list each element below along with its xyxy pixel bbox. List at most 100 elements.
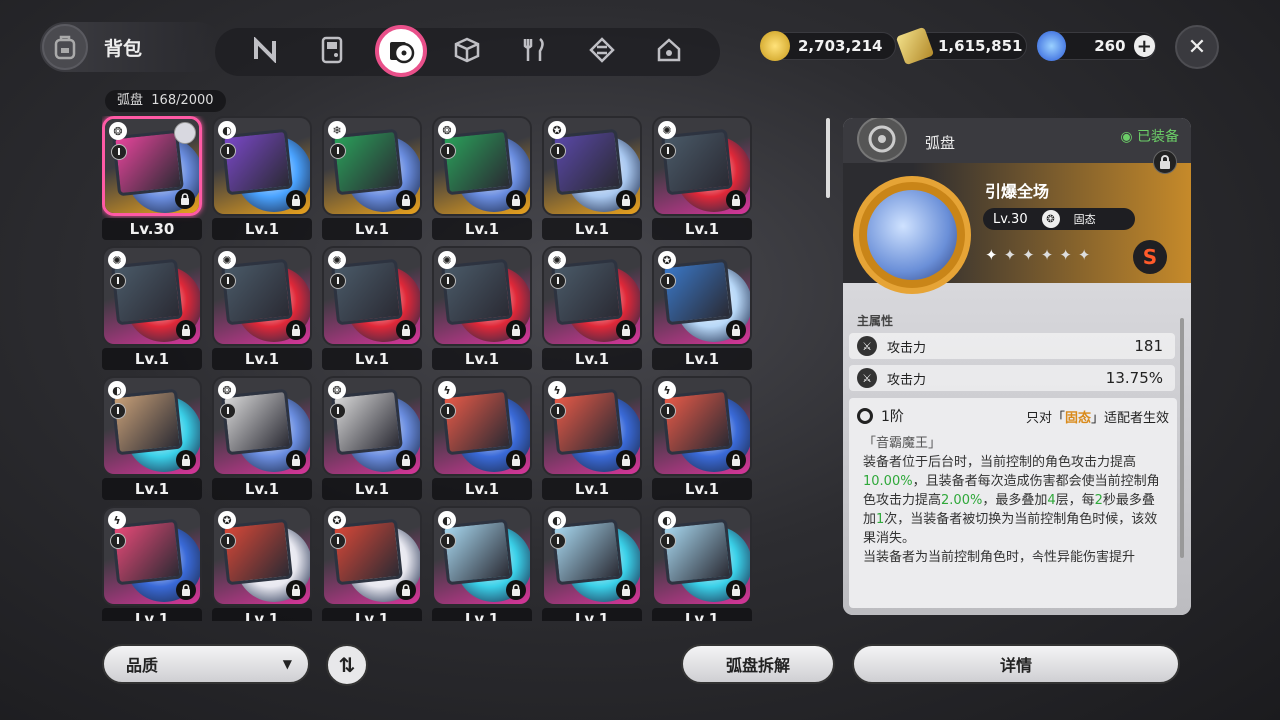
lock-icon [616,450,636,470]
attribute-icon: ❂ [218,381,236,399]
disc-level: Lv.1 [212,608,312,621]
quality-filter-select[interactable]: 品质 ▼ [102,644,310,684]
stat-name: 攻击力 [887,340,927,356]
disc-card[interactable]: ✪ I Lv.1 [542,116,642,242]
disc-card[interactable]: ❂ I Lv.1 [212,376,312,502]
currency-film-value: 260 [1094,37,1126,55]
disc-card[interactable]: ❂ I Lv.1 [322,376,422,502]
currency-coins: 2,703,214 [760,31,896,61]
tab-disc-icon[interactable] [375,25,427,77]
sort-icon: ⇅ [338,653,356,677]
tier-badge: I [550,143,566,159]
inventory-count-value: 168/2000 [151,93,214,108]
solid-attribute-icon: ❂ [1041,210,1060,228]
disc-card[interactable]: ❄ I Lv.1 [322,116,422,242]
tier-badge: I [660,273,676,289]
lock-icon [616,580,636,600]
tier-badge: I [440,403,456,419]
disc-card[interactable]: ϟ I Lv.1 [102,506,202,621]
attribute-icon: ✺ [658,121,676,139]
close-icon: ✕ [1187,34,1207,60]
disc-card[interactable]: ❂ I Lv.1 [432,116,532,242]
stat-value: 13.75% [1105,369,1163,387]
filter-label: 品质 [126,656,159,675]
tier-badge: I [330,143,346,159]
tab-food-icon[interactable] [515,30,555,70]
tier-badge: I [110,533,126,549]
star-icon: ✦ [1077,246,1091,264]
tab-home-icon[interactable] [649,30,689,70]
tab-n-icon[interactable] [245,30,285,70]
star-icon: ✦ [1040,246,1054,264]
currency-coins-value: 2,703,214 [798,37,883,55]
attribute-icon: ✪ [658,251,676,269]
attribute-icon: ✺ [548,251,566,269]
disc-level: Lv.1 [102,608,202,621]
coin-icon [760,31,790,61]
disc-card[interactable]: ◐ I Lv.1 [432,506,532,621]
ticket-icon [895,26,935,66]
effect-tier: 1阶 [881,409,904,425]
film-icon [1037,31,1067,61]
lock-icon [286,190,306,210]
grid-scrollbar[interactable] [826,118,830,618]
disc-card[interactable]: ✺ I Lv.1 [212,246,312,372]
dismantle-button[interactable]: 弧盘拆解 [681,644,835,684]
lock-icon [176,580,196,600]
disc-card[interactable]: ϟ I Lv.1 [542,376,642,502]
disc-card[interactable]: ◐ I Lv.1 [652,506,752,621]
disc-card[interactable]: ✺ I Lv.1 [542,246,642,372]
disc-card[interactable]: ✪ I Lv.1 [652,246,752,372]
lock-icon [396,190,416,210]
disc-level: Lv.1 [652,218,752,240]
disc-level: Lv.1 [212,478,312,500]
attribute-icon: ✪ [548,121,566,139]
currency-film: 260 + [1037,31,1156,61]
equipped-status: ◉ 已装备 [1120,129,1179,145]
star-icon: ✦ [985,246,998,264]
disc-card[interactable]: ϟ I Lv.1 [432,376,532,502]
disc-level: Lv.1 [432,218,532,240]
disc-card[interactable]: ✪ I Lv.1 [322,506,422,621]
tier-badge: I [220,143,236,159]
lock-icon [286,450,306,470]
tab-gameboy-icon[interactable] [312,30,352,70]
disc-card[interactable]: ◐ I Lv.1 [542,506,642,621]
attribute-icon: ◐ [218,121,236,139]
effect-scrollbar[interactable] [1180,318,1184,558]
disc-card[interactable]: ◐ I Lv.1 [212,116,312,242]
disc-card[interactable]: ◐ I Lv.1 [102,376,202,502]
disc-level: Lv.30 [102,218,202,240]
attribute-icon: ϟ [548,381,566,399]
close-button[interactable]: ✕ [1175,25,1219,69]
lock-toggle-icon[interactable] [1153,150,1177,174]
lock-icon [726,580,746,600]
rank-badge: S [1133,240,1167,274]
attack-icon: ⚔ [857,368,877,388]
disc-card[interactable]: ✺ I Lv.1 [652,116,752,242]
tab-box-icon[interactable] [447,30,487,70]
disc-card[interactable]: ϟ I Lv.1 [652,376,752,502]
lock-icon [616,190,636,210]
disc-card[interactable]: ✺ I Lv.1 [322,246,422,372]
tab-module-icon[interactable] [582,30,622,70]
disc-card[interactable]: ✺ I Lv.1 [102,246,202,372]
disc-card[interactable]: ✪ I Lv.1 [212,506,312,621]
disc-grid: ❂ I Lv.30 ◐ I Lv.1 ❄ I Lv.1 ❂ I Lv.1 ✪ I Lv.1 ✺ I Lv.1 ✺ I L… [102,116,757,621]
add-film-icon[interactable]: + [1133,35,1155,57]
tier-badge: I [330,273,346,289]
disc-card[interactable]: ✺ I Lv.1 [432,246,532,372]
tier-badge: I [440,143,456,159]
lock-icon [726,450,746,470]
inventory-label: 弧盘 [117,93,144,108]
disc-level: Lv.1 [322,218,422,240]
details-button[interactable]: 详情 [852,644,1180,684]
lock-icon [726,190,746,210]
tier-icon [857,408,873,424]
tier-badge: I [550,533,566,549]
attribute-icon: ✺ [328,251,346,269]
sort-order-button[interactable]: ⇅ [326,644,368,686]
disc-detail-panel: 弧盘 ◉ 已装备 引爆全场 Lv.30 ❂ 固态 ✦ ✦ ✦ ✦ ✦ ✦ S 主属性 ⚔ … [843,118,1191,615]
lock-icon [506,320,526,340]
disc-card[interactable]: ❂ I Lv.30 [102,116,202,242]
